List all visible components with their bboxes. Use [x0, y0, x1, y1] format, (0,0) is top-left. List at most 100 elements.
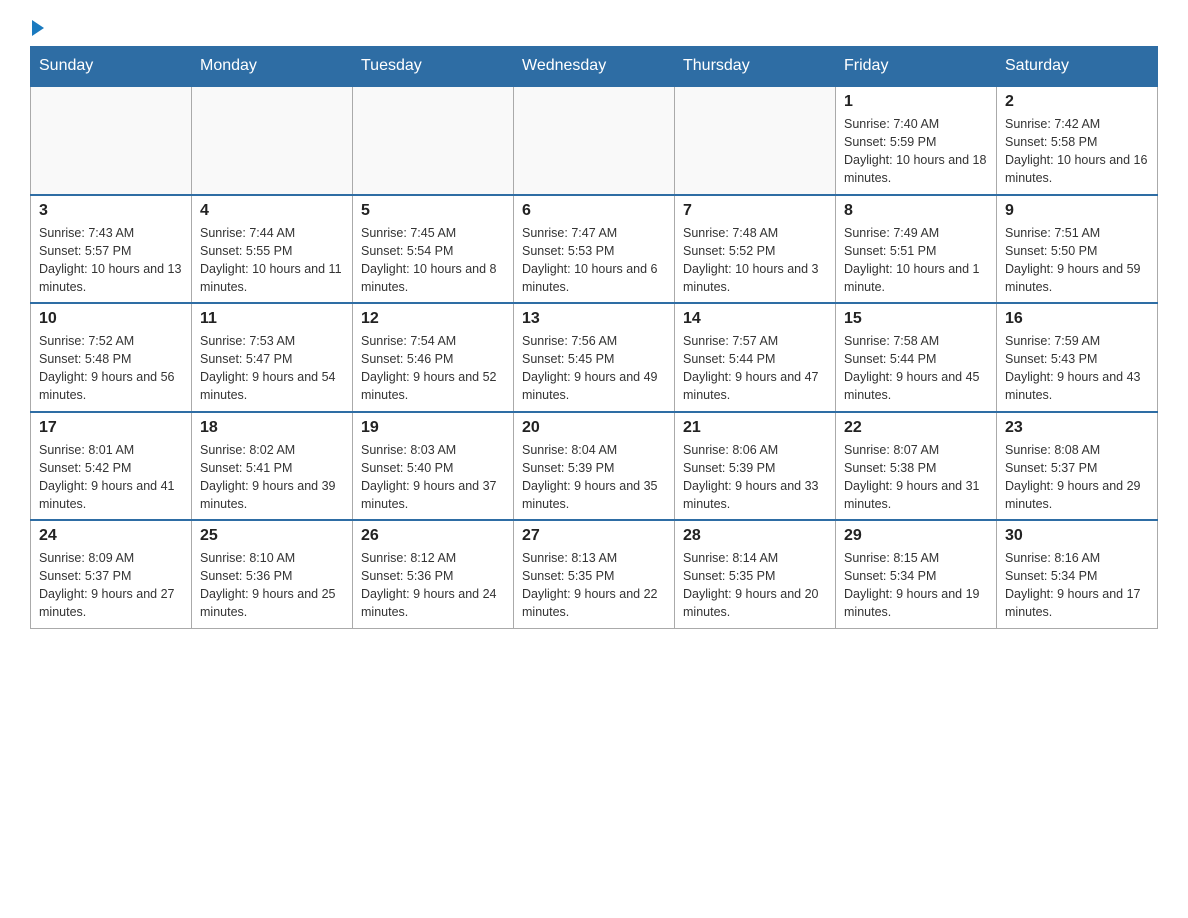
day-info: Sunrise: 7:45 AM Sunset: 5:54 PM Dayligh…: [361, 224, 505, 297]
calendar-cell: 2 Sunrise: 7:42 AM Sunset: 5:58 PM Daylig…: [997, 86, 1158, 195]
day-info: Sunrise: 7:59 AM Sunset: 5:43 PM Dayligh…: [1005, 332, 1149, 405]
calendar-week-row-3: 10Sunrise: 7:52 AM Sunset: 5:48 PM Dayli…: [31, 303, 1158, 412]
day-info: Sunrise: 7:49 AM Sunset: 5:51 PM Dayligh…: [844, 224, 988, 297]
calendar-cell: 24 Sunrise: 8:09 AM Sunset: 5:37 PM Dayli…: [31, 520, 192, 628]
calendar-cell: 21Sunrise: 8:06 AM Sunset: 5:39 PM Dayli…: [675, 412, 836, 521]
calendar-cell: [675, 86, 836, 195]
day-info: Sunrise: 8:03 AM Sunset: 5:40 PM Dayligh…: [361, 441, 505, 514]
day-info: Sunrise: 7:44 AM Sunset: 5:55 PM Dayligh…: [200, 224, 344, 297]
day-info: Sunrise: 7:57 AM Sunset: 5:44 PM Dayligh…: [683, 332, 827, 405]
calendar-cell: 15 Sunrise: 7:58 AM Sunset: 5:44 PM Dayli…: [836, 303, 997, 412]
day-number: 8: [844, 202, 988, 220]
day-info: Sunrise: 8:12 AM Sunset: 5:36 PM Dayligh…: [361, 549, 505, 622]
day-info: Sunrise: 7:56 AM Sunset: 5:45 PM Dayligh…: [522, 332, 666, 405]
calendar-cell: 28 Sunrise: 8:14 AM Sunset: 5:35 PM Dayli…: [675, 520, 836, 628]
calendar-header-wednesday: Wednesday: [514, 47, 675, 87]
page-header: [30, 20, 1158, 36]
calendar-cell: 9 Sunrise: 7:51 AM Sunset: 5:50 PM Daylig…: [997, 195, 1158, 304]
day-number: 5: [361, 202, 505, 220]
calendar-cell: 23 Sunrise: 8:08 AM Sunset: 5:37 PM Dayli…: [997, 412, 1158, 521]
day-info: Sunrise: 8:15 AM Sunset: 5:34 PM Dayligh…: [844, 549, 988, 622]
day-number: 30: [1005, 527, 1149, 545]
calendar-cell: 3Sunrise: 7:43 AM Sunset: 5:57 PM Daylig…: [31, 195, 192, 304]
day-info: Sunrise: 7:58 AM Sunset: 5:44 PM Dayligh…: [844, 332, 988, 405]
calendar-header-saturday: Saturday: [997, 47, 1158, 87]
day-number: 11: [200, 310, 344, 328]
day-number: 28: [683, 527, 827, 545]
day-number: 6: [522, 202, 666, 220]
calendar-cell: 12 Sunrise: 7:54 AM Sunset: 5:46 PM Dayli…: [353, 303, 514, 412]
day-info: Sunrise: 7:54 AM Sunset: 5:46 PM Dayligh…: [361, 332, 505, 405]
calendar-header-friday: Friday: [836, 47, 997, 87]
day-info: Sunrise: 8:04 AM Sunset: 5:39 PM Dayligh…: [522, 441, 666, 514]
day-number: 13: [522, 310, 666, 328]
calendar-cell: 30 Sunrise: 8:16 AM Sunset: 5:34 PM Dayli…: [997, 520, 1158, 628]
day-number: 4: [200, 202, 344, 220]
day-number: 17: [39, 419, 183, 437]
day-info: Sunrise: 8:08 AM Sunset: 5:37 PM Dayligh…: [1005, 441, 1149, 514]
calendar-week-row-4: 17 Sunrise: 8:01 AM Sunset: 5:42 PM Dayli…: [31, 412, 1158, 521]
day-info: Sunrise: 7:42 AM Sunset: 5:58 PM Dayligh…: [1005, 115, 1149, 188]
calendar-cell: 5 Sunrise: 7:45 AM Sunset: 5:54 PM Daylig…: [353, 195, 514, 304]
day-number: 16: [1005, 310, 1149, 328]
day-info: Sunrise: 8:09 AM Sunset: 5:37 PM Dayligh…: [39, 549, 183, 622]
calendar-cell: 22 Sunrise: 8:07 AM Sunset: 5:38 PM Dayli…: [836, 412, 997, 521]
day-info: Sunrise: 8:10 AM Sunset: 5:36 PM Dayligh…: [200, 549, 344, 622]
day-number: 24: [39, 527, 183, 545]
calendar-cell: 8 Sunrise: 7:49 AM Sunset: 5:51 PM Daylig…: [836, 195, 997, 304]
calendar-cell: 6 Sunrise: 7:47 AM Sunset: 5:53 PM Daylig…: [514, 195, 675, 304]
day-number: 14: [683, 310, 827, 328]
day-number: 23: [1005, 419, 1149, 437]
day-number: 21: [683, 419, 827, 437]
day-info: Sunrise: 8:02 AM Sunset: 5:41 PM Dayligh…: [200, 441, 344, 514]
day-number: 7: [683, 202, 827, 220]
day-number: 12: [361, 310, 505, 328]
day-number: 3: [39, 202, 183, 220]
day-info: Sunrise: 7:51 AM Sunset: 5:50 PM Dayligh…: [1005, 224, 1149, 297]
day-info: Sunrise: 8:14 AM Sunset: 5:35 PM Dayligh…: [683, 549, 827, 622]
calendar-cell: [353, 86, 514, 195]
day-info: Sunrise: 7:53 AM Sunset: 5:47 PM Dayligh…: [200, 332, 344, 405]
calendar-cell: 27 Sunrise: 8:13 AM Sunset: 5:35 PM Dayli…: [514, 520, 675, 628]
calendar-table: SundayMondayTuesdayWednesdayThursdayFrid…: [30, 46, 1158, 629]
day-info: Sunrise: 7:47 AM Sunset: 5:53 PM Dayligh…: [522, 224, 666, 297]
calendar-cell: 25 Sunrise: 8:10 AM Sunset: 5:36 PM Dayli…: [192, 520, 353, 628]
day-number: 27: [522, 527, 666, 545]
calendar-header-row: SundayMondayTuesdayWednesdayThursdayFrid…: [31, 47, 1158, 87]
calendar-cell: [31, 86, 192, 195]
day-number: 1: [844, 93, 988, 111]
day-number: 29: [844, 527, 988, 545]
calendar-cell: 1 Sunrise: 7:40 AM Sunset: 5:59 PM Daylig…: [836, 86, 997, 195]
calendar-cell: 26Sunrise: 8:12 AM Sunset: 5:36 PM Dayli…: [353, 520, 514, 628]
calendar-week-row-2: 3Sunrise: 7:43 AM Sunset: 5:57 PM Daylig…: [31, 195, 1158, 304]
calendar-header-monday: Monday: [192, 47, 353, 87]
day-info: Sunrise: 8:07 AM Sunset: 5:38 PM Dayligh…: [844, 441, 988, 514]
calendar-cell: 18Sunrise: 8:02 AM Sunset: 5:41 PM Dayli…: [192, 412, 353, 521]
day-number: 15: [844, 310, 988, 328]
day-number: 9: [1005, 202, 1149, 220]
day-info: Sunrise: 8:01 AM Sunset: 5:42 PM Dayligh…: [39, 441, 183, 514]
calendar-cell: 7 Sunrise: 7:48 AM Sunset: 5:52 PM Daylig…: [675, 195, 836, 304]
calendar-cell: 14 Sunrise: 7:57 AM Sunset: 5:44 PM Dayli…: [675, 303, 836, 412]
calendar-cell: 17 Sunrise: 8:01 AM Sunset: 5:42 PM Dayli…: [31, 412, 192, 521]
calendar-header-sunday: Sunday: [31, 47, 192, 87]
day-number: 19: [361, 419, 505, 437]
day-number: 25: [200, 527, 344, 545]
day-info: Sunrise: 8:13 AM Sunset: 5:35 PM Dayligh…: [522, 549, 666, 622]
calendar-cell: 11 Sunrise: 7:53 AM Sunset: 5:47 PM Dayli…: [192, 303, 353, 412]
calendar-header-thursday: Thursday: [675, 47, 836, 87]
day-number: 10: [39, 310, 183, 328]
calendar-cell: 19 Sunrise: 8:03 AM Sunset: 5:40 PM Dayli…: [353, 412, 514, 521]
day-info: Sunrise: 8:16 AM Sunset: 5:34 PM Dayligh…: [1005, 549, 1149, 622]
calendar-cell: 29 Sunrise: 8:15 AM Sunset: 5:34 PM Dayli…: [836, 520, 997, 628]
calendar-cell: [514, 86, 675, 195]
calendar-cell: 4 Sunrise: 7:44 AM Sunset: 5:55 PM Daylig…: [192, 195, 353, 304]
day-number: 22: [844, 419, 988, 437]
logo: [30, 20, 44, 36]
calendar-header-tuesday: Tuesday: [353, 47, 514, 87]
day-number: 20: [522, 419, 666, 437]
day-number: 2: [1005, 93, 1149, 111]
day-info: Sunrise: 7:40 AM Sunset: 5:59 PM Dayligh…: [844, 115, 988, 188]
calendar-cell: 16 Sunrise: 7:59 AM Sunset: 5:43 PM Dayli…: [997, 303, 1158, 412]
day-info: Sunrise: 7:48 AM Sunset: 5:52 PM Dayligh…: [683, 224, 827, 297]
